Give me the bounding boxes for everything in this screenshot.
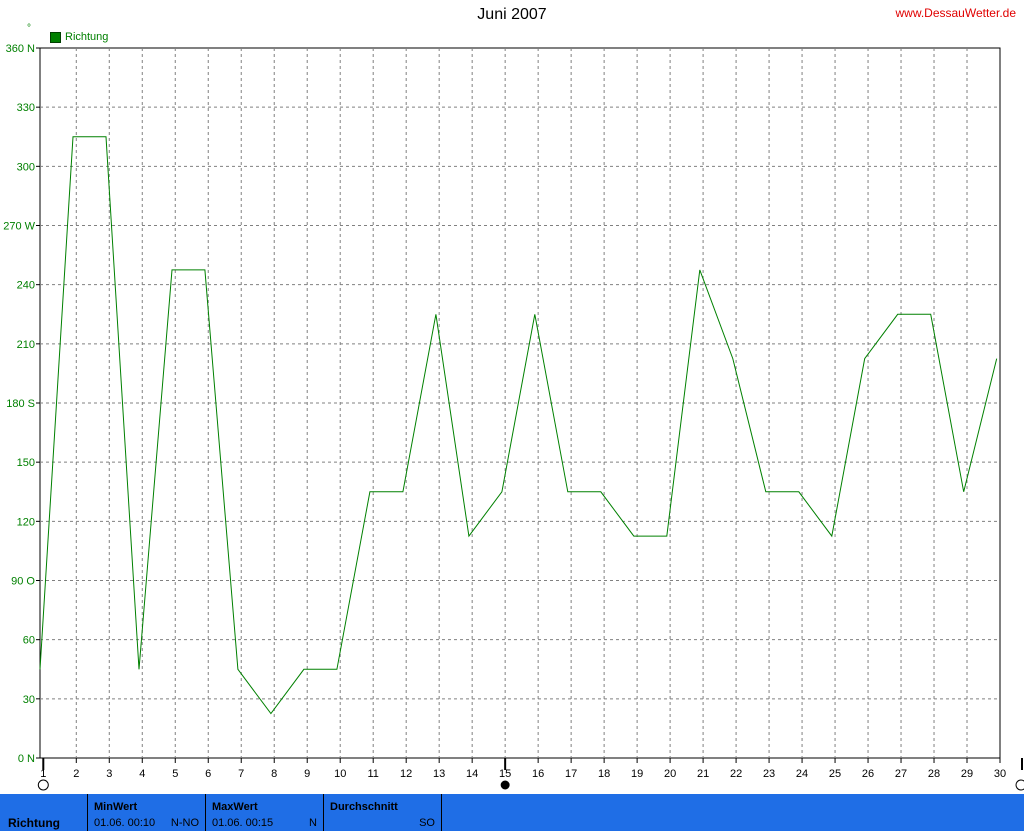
- max-time: 01.06. 00:15: [212, 817, 274, 829]
- avg-value: SO: [419, 817, 435, 829]
- y-tick-label: 210: [17, 339, 35, 351]
- x-tick-label: 17: [565, 768, 577, 780]
- x-tick-label: 13: [433, 768, 445, 780]
- stats-row-label: Richtung: [8, 816, 60, 830]
- x-tick-label: 26: [862, 768, 874, 780]
- moon-phase-icon: [37, 779, 49, 791]
- x-tick-label: 6: [205, 768, 211, 780]
- moon-phase-icon: [1015, 779, 1024, 791]
- max-value: N: [309, 817, 317, 829]
- x-tick-label: 18: [598, 768, 610, 780]
- x-tick-label: 29: [961, 768, 973, 780]
- y-tick-label: 180 S: [6, 398, 35, 410]
- stats-bar: Richtung MinWert 01.06. 00:10 N-NO MaxWe…: [0, 794, 1024, 831]
- legend-swatch: [50, 31, 61, 43]
- degree-unit-label: °: [27, 23, 31, 34]
- legend: Richtung: [50, 31, 108, 43]
- y-tick-label: 150: [17, 457, 35, 469]
- y-tick-label: 240: [17, 280, 35, 292]
- stats-row-label-cell: Richtung: [0, 794, 88, 831]
- min-value: N-NO: [170, 817, 199, 829]
- site-link[interactable]: www.DessauWetter.de: [896, 6, 1017, 20]
- avg-header: Durchschnitt: [330, 801, 398, 813]
- x-tick-label: 23: [763, 768, 775, 780]
- x-tick-label: 8: [271, 768, 277, 780]
- x-tick-label: 14: [466, 768, 478, 780]
- x-tick-label: 12: [400, 768, 412, 780]
- y-tick-label: 30: [23, 694, 35, 706]
- x-tick-label: 28: [928, 768, 940, 780]
- x-tick-label: 2: [73, 768, 79, 780]
- x-tick-label: 5: [172, 768, 178, 780]
- stats-max-cell: MaxWert 01.06. 00:15 N: [206, 794, 324, 831]
- min-time: 01.06. 00:10: [94, 817, 156, 829]
- x-tick-label: 24: [796, 768, 808, 780]
- x-tick-label: 11: [367, 768, 378, 780]
- x-tick-label: 10: [334, 768, 346, 780]
- moon-phase-icon: [500, 780, 510, 790]
- y-tick-label: 90 O: [11, 576, 35, 588]
- x-tick-label: 27: [895, 768, 907, 780]
- x-tick-label: 19: [631, 768, 643, 780]
- y-tick-label: 360 N: [6, 43, 35, 55]
- chart-title: Juni 2007: [477, 6, 547, 23]
- max-header: MaxWert: [212, 801, 258, 813]
- x-tick-label: 21: [697, 768, 709, 780]
- y-tick-label: 300: [17, 161, 35, 173]
- x-tick-label: 22: [730, 768, 742, 780]
- legend-label: Richtung: [65, 31, 109, 43]
- y-tick-label: 60: [23, 635, 35, 647]
- x-tick-label: 9: [304, 768, 310, 780]
- y-tick-label: 0 N: [18, 753, 35, 765]
- x-tick-label: 20: [664, 768, 676, 780]
- x-tick-label: 30: [994, 768, 1006, 780]
- stats-avg-cell: Durchschnitt SO: [324, 794, 442, 831]
- x-tick-label: 3: [106, 768, 112, 780]
- stats-min-cell: MinWert 01.06. 00:10 N-NO: [88, 794, 206, 831]
- wind-direction-chart: 0 N306090 O120150180 S210240270 W3003303…: [3, 43, 1024, 791]
- min-header: MinWert: [94, 801, 138, 813]
- y-tick-label: 120: [17, 516, 35, 528]
- x-tick-label: 7: [238, 768, 244, 780]
- x-tick-label: 25: [829, 768, 841, 780]
- x-tick-label: 4: [139, 768, 145, 780]
- x-tick-label: 16: [532, 768, 544, 780]
- y-tick-label: 270 W: [3, 221, 35, 233]
- y-tick-label: 330: [17, 102, 35, 114]
